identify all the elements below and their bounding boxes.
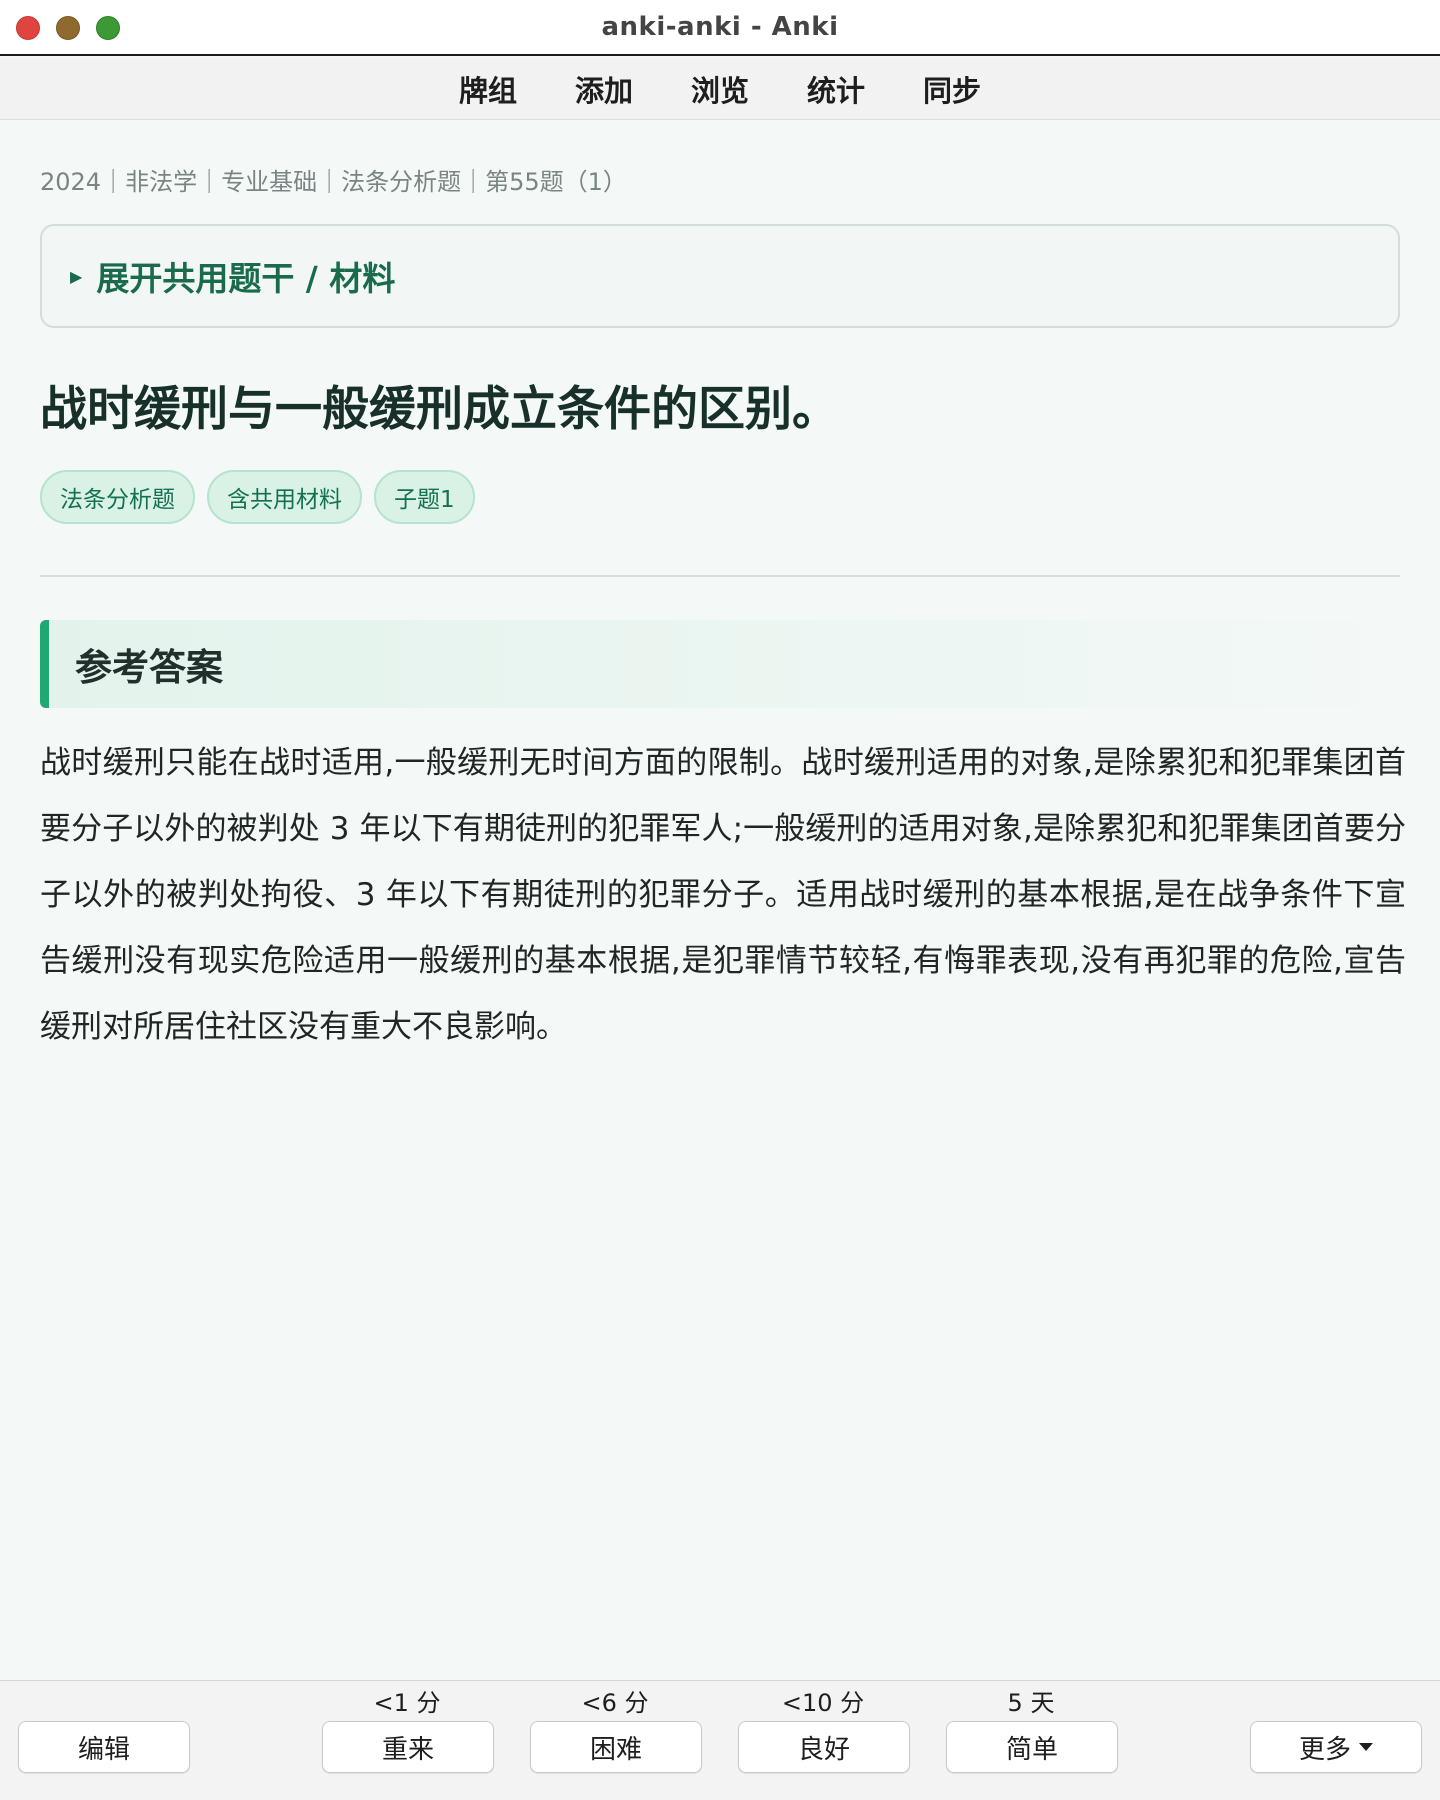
nav-browse[interactable]: 浏览 [691, 68, 749, 110]
answer-heading-box: 参考答案 [40, 620, 1400, 708]
top-nav: 牌组 添加 浏览 统计 同步 [0, 58, 1440, 120]
nav-add[interactable]: 添加 [575, 68, 633, 110]
good-interval: <10 分 [781, 1689, 865, 1717]
anki-window: anki-anki - Anki 牌组 添加 浏览 统计 同步 2024｜非法学… [0, 0, 1440, 1800]
more-label: 更多 [1298, 1734, 1351, 1765]
expand-label: 展开共用题干 / 材料 [96, 259, 396, 298]
nav-stats[interactable]: 统计 [807, 68, 865, 110]
question-title: 战时缓刑与一般缓刑成立条件的区别。 [40, 382, 839, 437]
nav-decks[interactable]: 牌组 [459, 68, 517, 110]
good-button[interactable]: 良好 [738, 1721, 910, 1773]
hard-button[interactable]: 困难 [530, 1721, 702, 1773]
more-button[interactable]: 更多 [1250, 1721, 1422, 1773]
again-interval: <1 分 [373, 1689, 441, 1717]
tag-subquestion: 子题1 [374, 470, 475, 524]
chevron-down-icon [1359, 1743, 1373, 1751]
tag-question-type: 法条分析题 [40, 470, 195, 524]
breadcrumb: 2024｜非法学｜专业基础｜法条分析题｜第55题（1） [40, 168, 627, 196]
again-button[interactable]: 重来 [322, 1721, 494, 1773]
hard-interval: <6 分 [581, 1689, 649, 1717]
answer-text: 战时缓刑只能在战时适用,一般缓刑无时间方面的限制。战时缓刑适用的对象,是除累犯和… [40, 745, 1406, 1045]
edit-button[interactable]: 编辑 [18, 1721, 190, 1773]
answer-divider [40, 575, 1400, 577]
easy-interval: 5 天 [1007, 1689, 1055, 1717]
disclosure-triangle-icon: ▶ [70, 266, 83, 286]
tag-shared-material: 含共用材料 [207, 470, 362, 524]
title-bar: anki-anki - Anki [0, 0, 1440, 56]
expand-shared-material[interactable]: ▶ 展开共用题干 / 材料 [40, 224, 1400, 328]
answer-heading: 参考答案 [75, 646, 223, 689]
bottom-bar [0, 1680, 1440, 1800]
nav-sync[interactable]: 同步 [923, 68, 981, 110]
tag-list: 法条分析题 含共用材料 子题1 [40, 470, 487, 524]
window-title: anki-anki - Anki [601, 12, 839, 42]
easy-button[interactable]: 简单 [946, 1721, 1118, 1773]
